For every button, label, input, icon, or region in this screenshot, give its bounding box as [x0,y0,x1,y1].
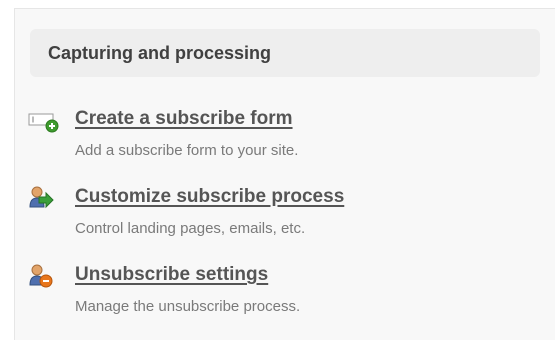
unsubscribe-settings-link[interactable]: Unsubscribe settings [75,264,268,286]
unsubscribe-settings-description: Manage the unsubscribe process. [75,298,301,315]
user-remove-icon [28,264,62,288]
customize-subscribe-process-description: Control landing pages, emails, etc. [75,220,306,237]
page: Capturing and processing Create a subscr… [0,0,555,340]
form-add-icon [28,110,62,134]
section-header: Capturing and processing [30,29,540,77]
customize-subscribe-process-link[interactable]: Customize subscribe process [75,186,344,208]
create-subscribe-form-description: Add a subscribe form to your site. [75,142,299,159]
user-arrow-icon [28,186,62,210]
section-title: Capturing and processing [48,42,272,63]
create-subscribe-form-link[interactable]: Create a subscribe form [75,108,293,130]
